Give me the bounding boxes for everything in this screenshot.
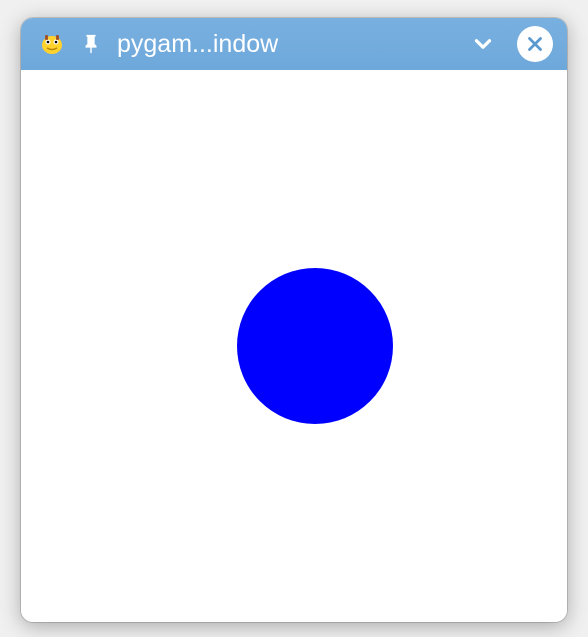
application-window: pygam...indow	[21, 18, 567, 622]
blue-circle	[237, 268, 393, 424]
chevron-down-icon[interactable]	[469, 30, 497, 58]
pin-icon[interactable]	[79, 32, 103, 56]
pygame-snake-icon	[39, 31, 65, 57]
close-button[interactable]	[517, 26, 553, 62]
window-titlebar: pygam...indow	[21, 18, 567, 70]
window-title: pygam...indow	[117, 30, 455, 59]
pygame-canvas[interactable]	[21, 70, 567, 622]
close-icon	[524, 33, 546, 55]
